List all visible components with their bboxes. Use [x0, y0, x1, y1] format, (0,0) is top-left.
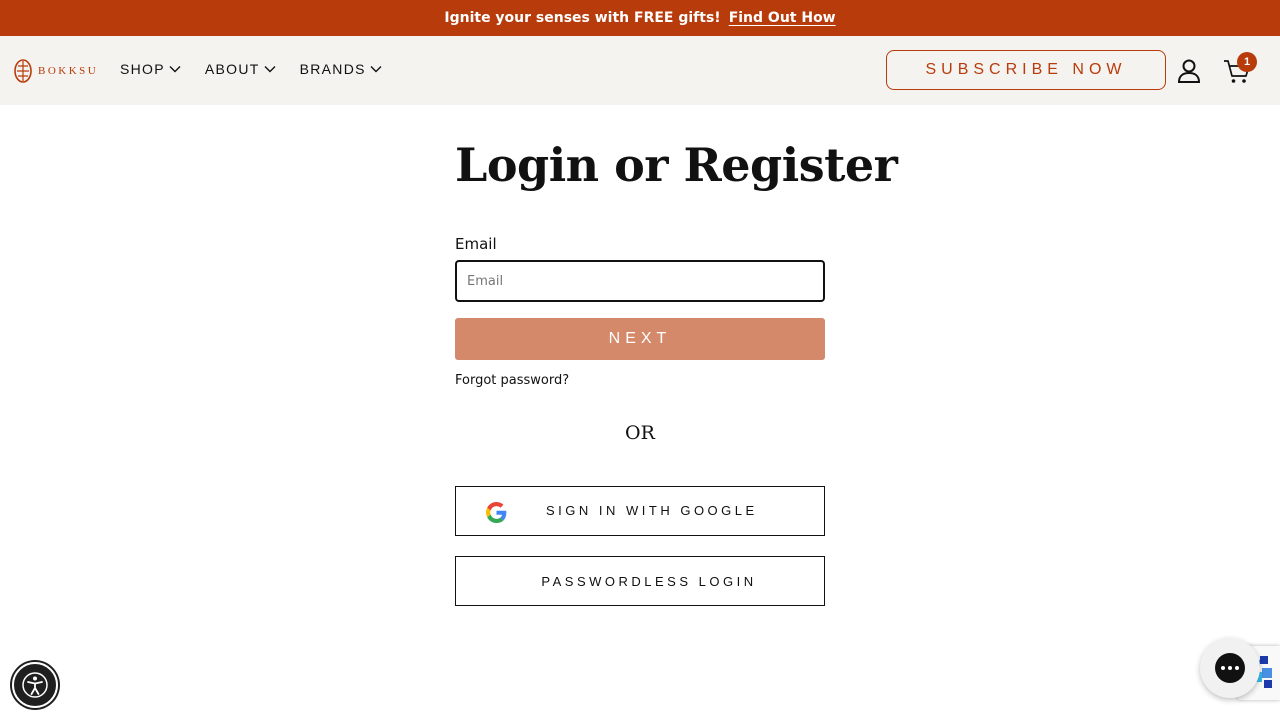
- logo-wordmark: BOKKSU: [38, 65, 99, 77]
- account-icon[interactable]: [1177, 58, 1201, 84]
- subscribe-now-button[interactable]: SUBSCRIBE NOW: [886, 50, 1166, 90]
- nav-item-label: ABOUT: [204, 61, 260, 77]
- cart-count-badge: 1: [1237, 52, 1257, 72]
- announcement-text: Ignite your senses with FREE gifts!: [444, 10, 721, 26]
- chevron-down-icon: [169, 66, 181, 73]
- passwordless-button-label: PASSWORDLESS LOGIN: [541, 573, 757, 589]
- chat-bubble-icon: [1215, 653, 1245, 683]
- chevron-down-icon: [264, 66, 276, 73]
- site-header: BOKKSU SHOP ABOUT BRANDS SUBSCRIBE NOW 1: [0, 36, 1280, 105]
- forgot-password-link[interactable]: Forgot password?: [455, 373, 569, 388]
- google-button-label: SIGN IN WITH GOOGLE: [546, 503, 758, 518]
- accessibility-icon: [22, 672, 48, 698]
- chat-widget-button[interactable]: [1200, 638, 1260, 698]
- email-label: Email: [455, 235, 497, 253]
- bokksu-emblem-icon: [14, 59, 32, 83]
- announcement-bar: Ignite your senses with FREE gifts! Find…: [0, 0, 1280, 36]
- or-divider: OR: [625, 422, 655, 444]
- nav-item-about[interactable]: ABOUT: [205, 61, 276, 77]
- sign-in-with-google-button[interactable]: SIGN IN WITH GOOGLE: [455, 486, 825, 536]
- accessibility-button[interactable]: [12, 662, 58, 708]
- email-input[interactable]: [455, 260, 825, 302]
- nav-item-brands[interactable]: BRANDS: [300, 61, 382, 77]
- nav-item-shop[interactable]: SHOP: [120, 61, 181, 77]
- logo[interactable]: BOKKSU: [14, 59, 98, 83]
- page-title: Login or Register: [455, 138, 898, 192]
- find-out-how-link[interactable]: Find Out How: [729, 10, 836, 26]
- chevron-down-icon: [370, 66, 382, 73]
- next-button[interactable]: NEXT: [455, 318, 825, 360]
- google-icon: [486, 502, 507, 523]
- nav-item-label: BRANDS: [299, 61, 366, 77]
- passwordless-login-button[interactable]: PASSWORDLESS LOGIN: [455, 556, 825, 606]
- nav-item-label: SHOP: [120, 61, 165, 77]
- main-nav: SHOP ABOUT BRANDS: [120, 61, 382, 77]
